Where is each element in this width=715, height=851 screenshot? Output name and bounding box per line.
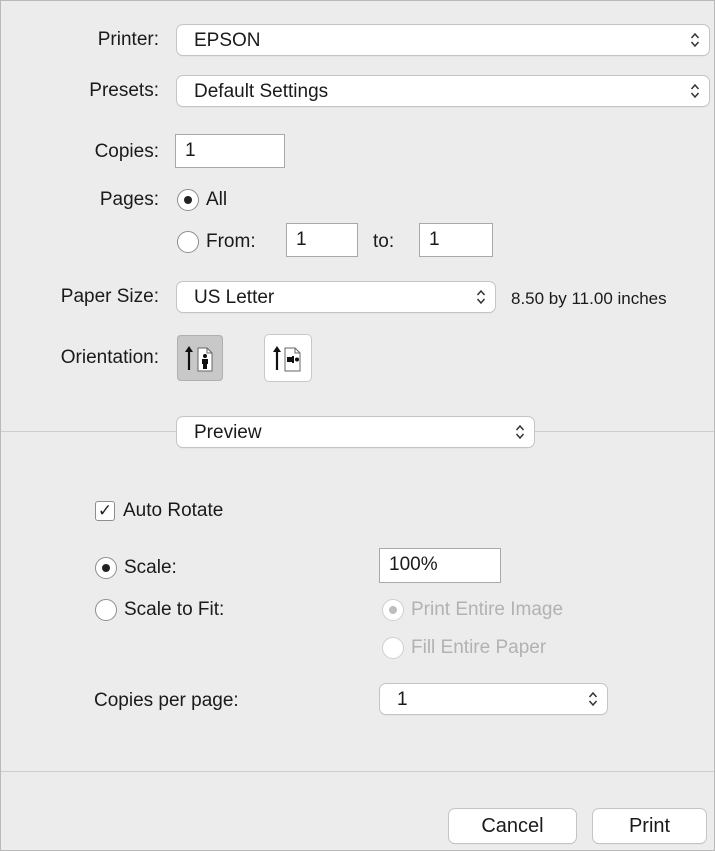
print-entire-image-radio[interactable] <box>382 599 404 621</box>
print-entire-image-label: Print Entire Image <box>411 599 564 620</box>
orientation-landscape-button[interactable] <box>265 335 311 381</box>
radio-selected-dot <box>184 196 192 204</box>
auto-rotate-checkbox[interactable]: ✓ <box>95 501 115 521</box>
pages-label: Pages: <box>99 189 159 210</box>
printer-popup[interactable]: EPSON <box>177 25 709 55</box>
paper-size-label: Paper Size: <box>60 286 159 307</box>
popup-arrows-icon <box>690 32 700 48</box>
fill-entire-paper-radio[interactable] <box>382 637 404 659</box>
presets-popup[interactable]: Default Settings <box>177 76 709 106</box>
scale-to-fit-label: Scale to Fit: <box>124 599 225 620</box>
scale-to-fit-radio[interactable] <box>95 599 117 621</box>
scale-label: Scale: <box>124 557 177 578</box>
pages-all-radio[interactable] <box>177 189 199 211</box>
bottom-divider <box>1 771 714 772</box>
cancel-button[interactable]: Cancel <box>449 809 576 843</box>
copies-field[interactable]: 1 <box>175 134 285 168</box>
paper-dimensions-text: 8.50 by 11.00 inches <box>511 289 667 308</box>
orientation-portrait-button[interactable] <box>177 335 223 381</box>
printer-value: EPSON <box>194 30 261 51</box>
printer-label: Printer: <box>97 29 159 50</box>
landscape-orientation-icon <box>273 346 301 372</box>
auto-rotate-label: Auto Rotate <box>123 500 224 521</box>
portrait-orientation-icon <box>185 346 213 372</box>
pages-to-field[interactable]: 1 <box>419 223 493 257</box>
copies-per-page-value: 1 <box>397 689 408 710</box>
paper-size-popup[interactable]: US Letter <box>177 282 495 312</box>
print-button[interactable]: Print <box>593 809 706 843</box>
pages-to-label: to: <box>373 231 395 252</box>
pages-from-radio[interactable] <box>177 231 199 253</box>
pages-from-label: From: <box>206 231 256 252</box>
popup-arrows-icon <box>588 691 598 707</box>
copies-per-page-popup[interactable]: 1 <box>380 684 607 714</box>
radio-selected-dot <box>389 606 397 614</box>
scale-radio[interactable] <box>95 557 117 579</box>
presets-value: Default Settings <box>194 81 329 102</box>
pages-all-label: All <box>206 189 228 210</box>
radio-selected-dot <box>102 564 110 572</box>
pages-from-field[interactable]: 1 <box>286 223 358 257</box>
paper-size-value: US Letter <box>194 287 275 308</box>
copies-label: Copies: <box>94 141 159 162</box>
popup-arrows-icon <box>515 424 525 440</box>
print-dialog: Printer: EPSON Presets: Default Settings… <box>0 0 715 851</box>
scale-field[interactable]: 100% <box>379 548 501 583</box>
copies-per-page-label: Copies per page: <box>94 690 239 711</box>
section-menu-popup[interactable]: Preview <box>177 417 534 447</box>
section-menu-value: Preview <box>194 422 262 443</box>
orientation-label: Orientation: <box>60 347 159 368</box>
presets-label: Presets: <box>89 80 159 101</box>
popup-arrows-icon <box>690 83 700 99</box>
fill-entire-paper-label: Fill Entire Paper <box>411 637 547 658</box>
popup-arrows-icon <box>476 289 486 305</box>
